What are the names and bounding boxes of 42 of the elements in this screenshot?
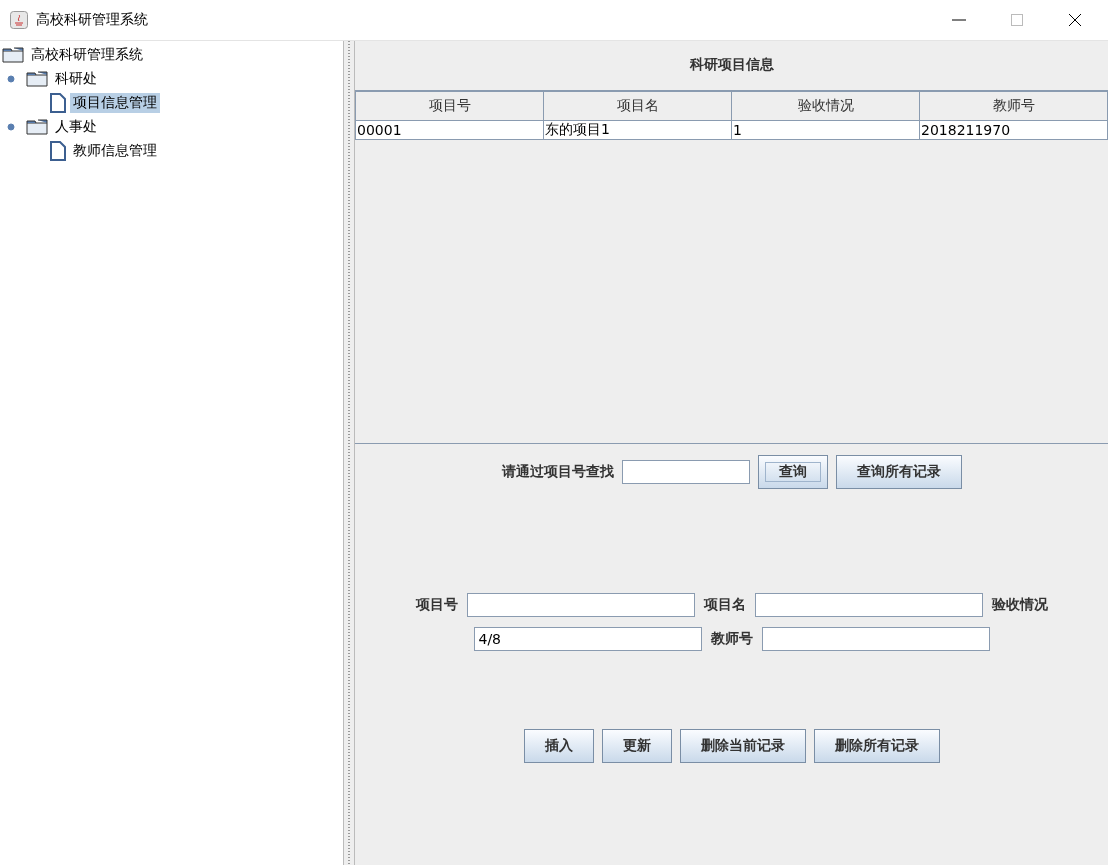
tree-item[interactable]: 教师信息管理: [70, 141, 160, 161]
action-button[interactable]: 插入: [523, 729, 594, 763]
app-icon: [10, 11, 28, 29]
table-cell: 2018211970: [919, 120, 1108, 140]
window-title: 高校科研管理系统: [36, 11, 148, 29]
close-icon: [1068, 13, 1082, 27]
field-label: 教师号: [710, 630, 753, 648]
tree-item[interactable]: 人事处: [52, 117, 100, 137]
search-field[interactable]: [621, 460, 750, 484]
input-field[interactable]: [754, 593, 983, 617]
folder-icon: [26, 71, 48, 87]
table-cell: 00001: [355, 120, 544, 140]
minimize-icon: [952, 19, 966, 21]
tree-item[interactable]: 科研处: [52, 69, 100, 89]
panel-title: 科研项目信息: [688, 55, 775, 74]
document-icon: [50, 141, 66, 161]
tree-item[interactable]: 项目信息管理: [70, 93, 160, 113]
action-button[interactable]: 删除所有记录: [813, 729, 940, 763]
field-label: 项目号: [415, 596, 458, 614]
folder-icon: [26, 119, 48, 135]
maximize-icon: [1011, 14, 1023, 26]
column-header[interactable]: 项目名: [543, 91, 732, 121]
table-cell: 1: [731, 120, 920, 140]
input-field[interactable]: [761, 627, 990, 651]
query-button[interactable]: 查询: [757, 455, 828, 489]
action-button[interactable]: 更新: [601, 729, 672, 763]
search-label: 请通过项目号查找: [501, 463, 614, 481]
column-header[interactable]: 项目号: [355, 91, 544, 121]
input-field[interactable]: 4/8: [473, 627, 702, 651]
query-button[interactable]: 查询所有记录: [835, 455, 962, 489]
column-header[interactable]: 验收情况: [731, 91, 920, 121]
field-label: 项目名: [703, 596, 746, 614]
tree-item[interactable]: 高校科研管理系统: [28, 45, 146, 65]
expanded-handle-icon[interactable]: [6, 122, 16, 132]
folder-icon: [2, 47, 24, 63]
field-label: 验收情况: [991, 596, 1048, 614]
input-field[interactable]: [466, 593, 695, 617]
table-cell: 东的项目1: [543, 120, 732, 140]
document-icon: [50, 93, 66, 113]
expanded-handle-icon[interactable]: [6, 74, 16, 84]
column-header[interactable]: 教师号: [919, 91, 1108, 121]
action-button[interactable]: 删除当前记录: [679, 729, 806, 763]
